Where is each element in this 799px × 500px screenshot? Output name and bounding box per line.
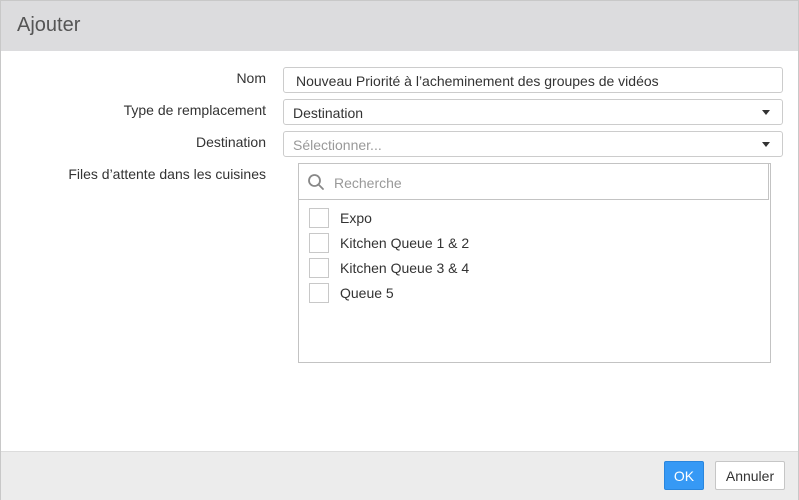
- queue-label: Queue 5: [340, 285, 394, 301]
- replacement-type-select[interactable]: Destination: [283, 99, 783, 125]
- queue-checkbox[interactable]: [309, 283, 329, 303]
- list-item[interactable]: Queue 5: [309, 283, 609, 305]
- chevron-down-icon: [762, 110, 770, 115]
- queue-label: Kitchen Queue 3 & 4: [340, 260, 470, 276]
- replacement-type-value: Destination: [293, 105, 364, 121]
- list-item[interactable]: Kitchen Queue 3 & 4: [309, 258, 609, 280]
- add-dialog: Ajouter Nom Nouveau Priorité à l’achemin…: [0, 0, 799, 500]
- search-icon: [308, 174, 324, 190]
- queue-search[interactable]: Recherche: [299, 164, 769, 200]
- queue-label: Kitchen Queue 1 & 2: [340, 235, 470, 251]
- kitchen-queues-label: Files d’attente dans les cuisines: [68, 166, 266, 182]
- destination-label: Destination: [195, 134, 266, 150]
- name-label: Nom: [236, 70, 266, 86]
- kitchen-queues-list: Recherche Expo Kitchen Queue 1 & 2 Kitch…: [298, 163, 771, 363]
- queue-checkbox[interactable]: [309, 233, 329, 253]
- list-item[interactable]: Kitchen Queue 1 & 2: [309, 233, 609, 255]
- destination-placeholder: Sélectionner...: [293, 137, 382, 153]
- queue-checkbox[interactable]: [309, 208, 329, 228]
- dialog-footer: OK Annuler: [1, 451, 798, 500]
- cancel-button[interactable]: Annuler: [715, 461, 785, 490]
- name-field-value: Nouveau Priorité à l’acheminement des gr…: [296, 73, 659, 89]
- queue-checkbox[interactable]: [309, 258, 329, 278]
- search-input[interactable]: Recherche: [334, 175, 402, 191]
- replacement-type-label: Type de remplacement: [123, 102, 266, 118]
- queue-label: Expo: [340, 210, 372, 226]
- ok-button[interactable]: OK: [664, 461, 704, 490]
- chevron-down-icon: [762, 142, 770, 147]
- destination-select[interactable]: Sélectionner...: [283, 131, 783, 157]
- dialog-header: Ajouter: [1, 1, 798, 51]
- name-field[interactable]: Nouveau Priorité à l’acheminement des gr…: [283, 67, 783, 93]
- dialog-title: Ajouter: [17, 14, 81, 36]
- list-item[interactable]: Expo: [309, 208, 609, 230]
